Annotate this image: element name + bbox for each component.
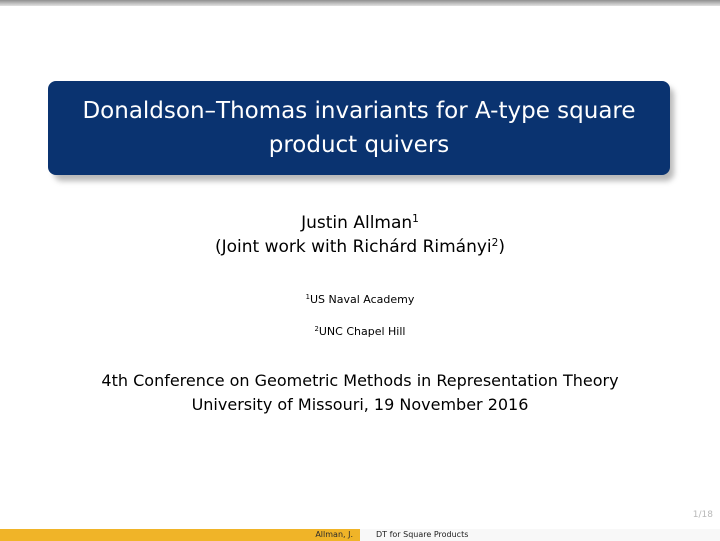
joint-work-close: ) — [498, 237, 505, 257]
footer-title: DT for Square Products — [360, 529, 720, 541]
institution-1: 1US Naval Academy — [0, 293, 720, 307]
institution-1-name: US Naval Academy — [309, 293, 415, 306]
page-number: 1/18 — [692, 510, 713, 520]
venue-date: University of Missouri, 19 November 2016 — [191, 395, 529, 414]
institution-2-mark: 2 — [314, 325, 319, 334]
author-line: Justin Allman1 — [0, 212, 720, 234]
coauthor-affiliation-mark: 2 — [491, 237, 499, 250]
joint-work-text: (Joint work with Richárd Rimányi — [214, 237, 492, 257]
top-divider — [0, 0, 720, 6]
joint-work-line: (Joint work with Richárd Rimányi2) — [0, 236, 720, 258]
footer-author: Allman, J. — [0, 529, 360, 541]
institution-1-mark: 1 — [305, 293, 310, 302]
conference-name: 4th Conference on Geometric Methods in R… — [101, 371, 619, 390]
institution-2: 2UNC Chapel Hill — [0, 325, 720, 339]
author-affiliation-mark: 1 — [412, 213, 419, 226]
author-name: Justin Allman — [301, 213, 413, 233]
footer-bar: Allman, J. DT for Square Products — [0, 529, 720, 541]
title-box: Donaldson–Thomas invariants for A-type s… — [48, 81, 670, 175]
slide-title: Donaldson–Thomas invariants for A-type s… — [82, 98, 636, 158]
institution-2-name: UNC Chapel Hill — [318, 325, 406, 338]
